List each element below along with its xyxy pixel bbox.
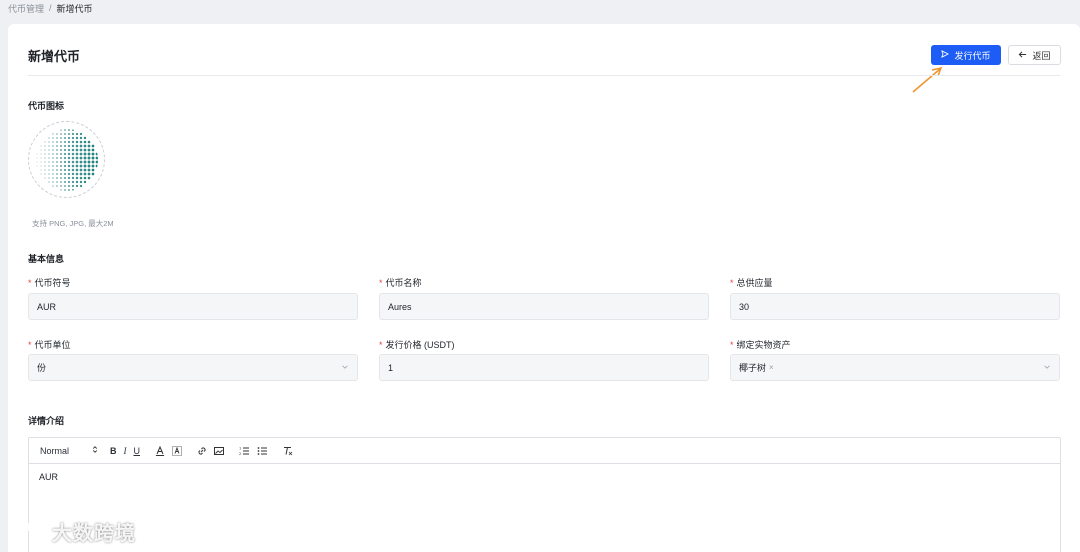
chevron-down-icon [341,363,349,373]
name-label: * 代币名称 [379,278,422,288]
watermark: 大数跨境 [10,517,136,546]
header-divider [28,75,1060,76]
upload-hint: 支持 PNG, JPG, 最大2M [32,219,114,228]
image-icon[interactable] [214,443,224,459]
page-title: 新增代币 [28,49,81,64]
format-select[interactable]: Normal [40,443,98,459]
back-label: 返回 [1032,50,1051,61]
breadcrumb-parent[interactable]: 代币管理 [8,2,44,15]
globe-logo-icon [35,128,98,191]
italic-icon[interactable]: I [124,443,127,459]
back-button[interactable]: 返回 [1008,45,1061,65]
svg-text:1: 1 [239,446,241,450]
supply-input[interactable]: 30 [730,293,1060,320]
price-input[interactable]: 1 [379,354,709,381]
font-color-icon[interactable] [155,443,165,459]
watermark-logo-icon [10,518,46,546]
send-icon [941,50,950,60]
editor-content[interactable]: AUR [29,464,1060,490]
link-icon[interactable] [197,443,207,459]
price-label: * 发行价格 (USDT) [379,340,455,350]
issue-token-button[interactable]: 发行代币 [931,45,1001,65]
name-input[interactable]: Aures [379,293,709,320]
editor-toolbar: Normal B I U 12 [29,438,1060,464]
issue-token-label: 发行代币 [954,50,991,61]
token-icon-upload[interactable] [28,121,105,198]
basic-info-label: 基本信息 [28,254,65,264]
asset-tag: 椰子树 × [739,363,774,373]
ordered-list-icon[interactable]: 12 [239,443,250,459]
clear-format-icon[interactable] [283,443,293,459]
close-icon[interactable]: × [769,363,774,372]
watermark-text: 大数跨境 [52,523,136,545]
bullet-list-icon[interactable] [257,443,268,459]
svg-text:2: 2 [239,452,241,456]
supply-label: * 总供应量 [730,278,773,288]
breadcrumb-separator: / [49,3,52,13]
updown-icon [92,445,98,456]
pointer-arrow-annotation [912,66,943,93]
arrow-left-icon [1018,50,1027,61]
background-color-icon[interactable] [172,443,182,459]
unit-label: * 代币单位 [28,340,71,350]
detail-label: 详情介绍 [28,416,65,426]
chevron-down-icon [1043,363,1051,373]
rich-text-editor: Normal B I U 12 AUR [28,437,1061,552]
breadcrumb-current: 新增代币 [56,3,93,14]
token-icon-label: 代币图标 [28,101,65,111]
unit-select[interactable]: 份 [28,354,358,381]
breadcrumb: 代币管理 / 新增代币 [8,1,93,15]
underline-icon[interactable]: U [134,443,141,459]
symbol-label: * 代币符号 [28,278,71,288]
symbol-input[interactable]: AUR [28,293,358,320]
asset-label: * 绑定实物资产 [730,340,791,350]
bold-icon[interactable]: B [110,443,117,459]
form-card: 新增代币 发行代币 返回 代币图标 支持 PNG, JPG, 最大2M 基本信息… [8,24,1080,552]
asset-select[interactable]: 椰子树 × [730,354,1060,381]
